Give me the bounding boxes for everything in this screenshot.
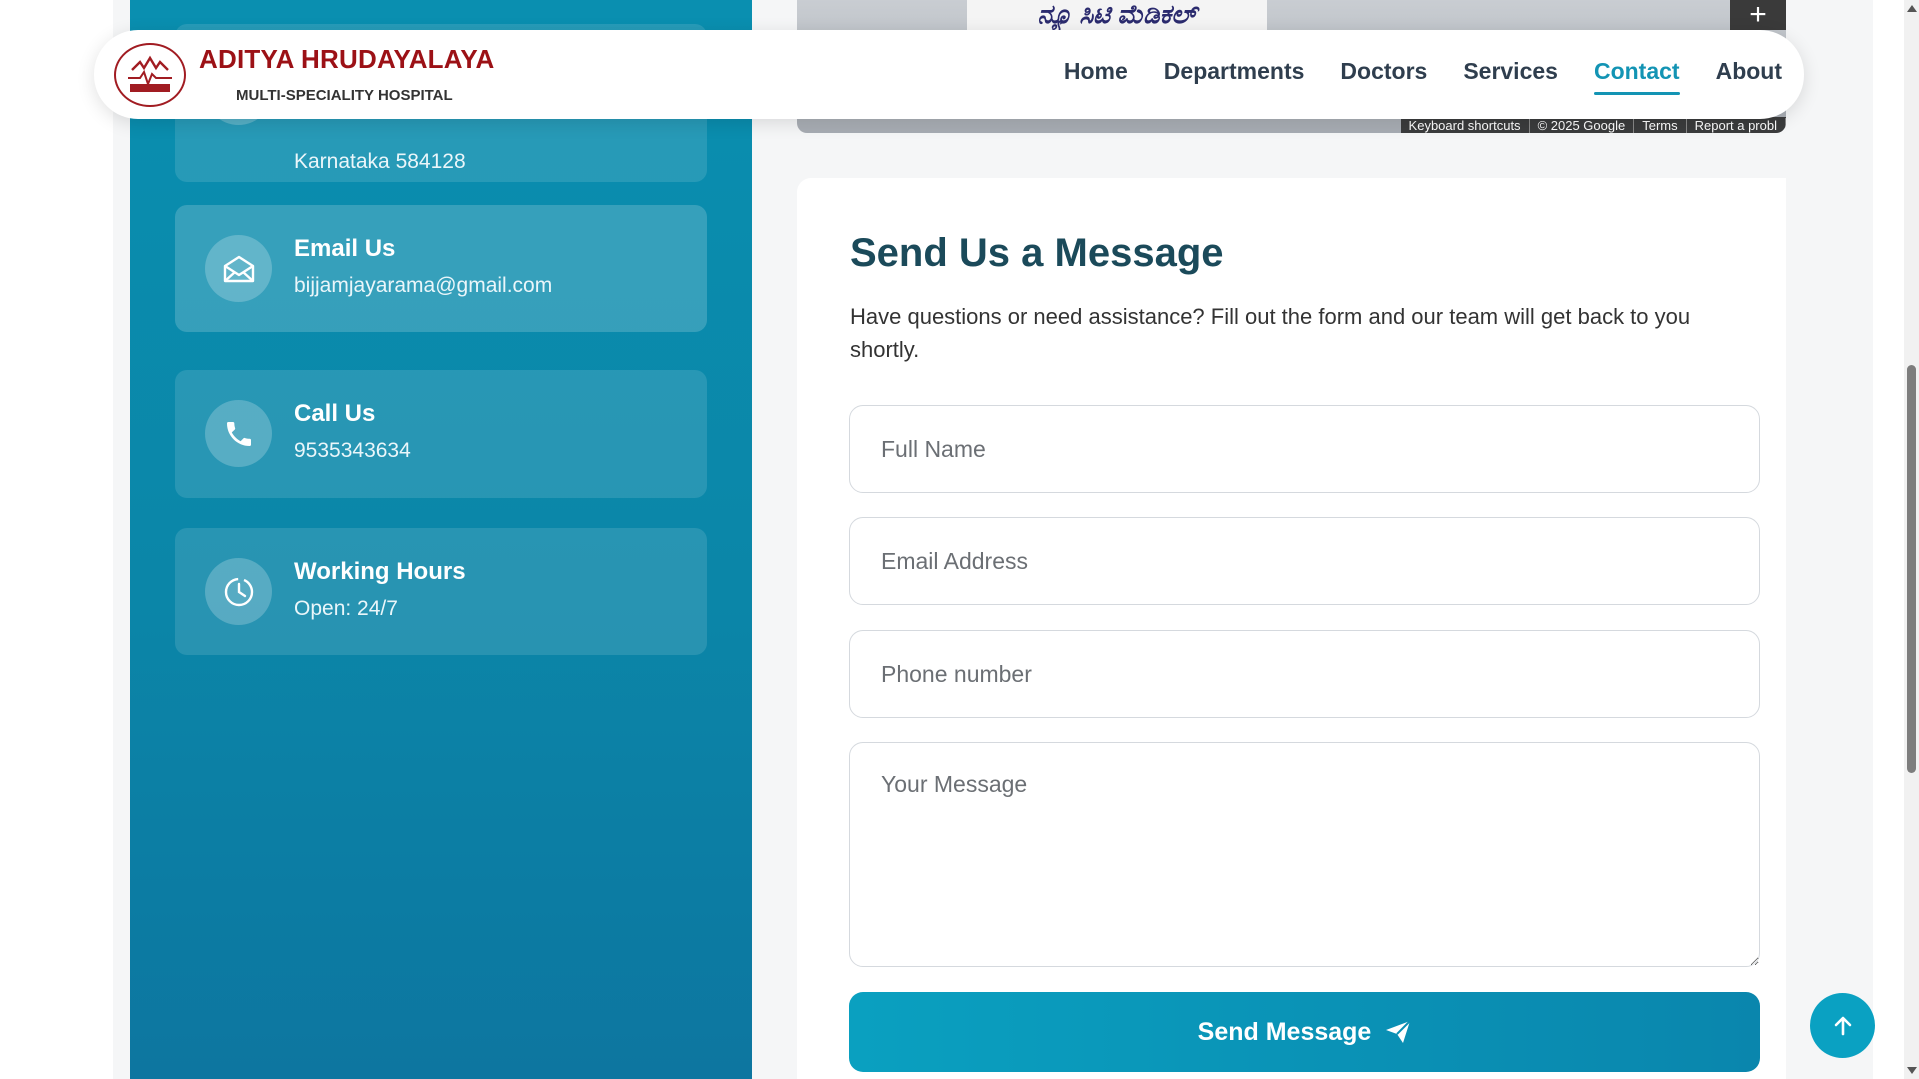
scroll-thumb[interactable] [1907, 365, 1916, 773]
paper-plane-icon [1386, 1020, 1412, 1043]
map-report-link[interactable]: Report a probl [1687, 117, 1786, 133]
nav-services[interactable]: Services [1463, 58, 1558, 85]
phone-card[interactable]: Call Us 9535343634 [175, 370, 707, 498]
hours-title: Working Hours [294, 558, 466, 585]
site-header: ADITYA HRUDAYALAYA MULTI-SPECIALITY HOSP… [94, 30, 1804, 119]
email-title: Email Us [294, 235, 396, 262]
scroll-up-arrow[interactable] [1907, 5, 1917, 12]
nav-doctors[interactable]: Doctors [1340, 58, 1427, 85]
page-scrollbar[interactable] [1904, 0, 1919, 1079]
form-description: Have questions or need assistance? Fill … [850, 304, 1691, 362]
brand-subtitle: MULTI-SPECIALITY HOSPITAL [236, 87, 453, 104]
clock-icon [205, 558, 272, 625]
back-to-top-button[interactable] [1810, 993, 1875, 1058]
map-copyright: © 2025 Google [1530, 117, 1635, 133]
hours-value: Open: 24/7 [294, 597, 398, 620]
hours-card: Working Hours Open: 24/7 [175, 528, 707, 655]
address-value: Karnataka 584128 [294, 150, 466, 173]
form-title: Send Us a Message [850, 231, 1224, 275]
hospital-logo[interactable] [114, 43, 186, 107]
map-attribution-bar: Keyboard shortcuts © 2025 Google Terms R… [1400, 117, 1786, 133]
arrow-up-icon [1834, 1016, 1851, 1035]
map-keyboard-shortcuts-link[interactable]: Keyboard shortcuts [1401, 117, 1530, 133]
nav-home[interactable]: Home [1064, 58, 1128, 85]
scroll-down-arrow[interactable] [1907, 1067, 1917, 1074]
envelope-icon [205, 235, 272, 302]
nav-departments[interactable]: Departments [1164, 58, 1305, 85]
map-storefront-sign: ನ್ಯೂ ಸಿಟಿ ಮೆಡಿಕಲ್ [967, 0, 1267, 30]
email-value[interactable]: bijjamjayarama@gmail.com [294, 274, 552, 298]
map-terms-link[interactable]: Terms [1634, 117, 1687, 133]
full-name-input[interactable] [849, 405, 1760, 493]
phone-value[interactable]: 9535343634 [294, 439, 411, 463]
phone-input[interactable] [849, 630, 1760, 718]
email-card[interactable]: Email Us bijjamjayarama@gmail.com [175, 205, 707, 332]
phone-icon [205, 400, 272, 467]
main-nav: Home Departments Doctors Services Contac… [1064, 58, 1782, 95]
email-input[interactable] [849, 517, 1760, 605]
phone-title: Call Us [294, 400, 376, 427]
contact-info-panel: Karnataka 584128 Email Us bijjamjayarama… [130, 0, 752, 1079]
send-message-button[interactable]: Send Message [849, 992, 1760, 1072]
message-form-card: Send Us a Message Have questions or need… [797, 178, 1786, 1079]
send-message-label: Send Message [1197, 1017, 1372, 1046]
nav-contact[interactable]: Contact [1593, 58, 1680, 95]
nav-about[interactable]: About [1716, 58, 1782, 85]
message-textarea[interactable] [849, 742, 1760, 967]
map-zoom-in-button[interactable]: + [1730, 0, 1786, 31]
brand-name[interactable]: ADITYA HRUDAYALAYA [199, 44, 494, 75]
